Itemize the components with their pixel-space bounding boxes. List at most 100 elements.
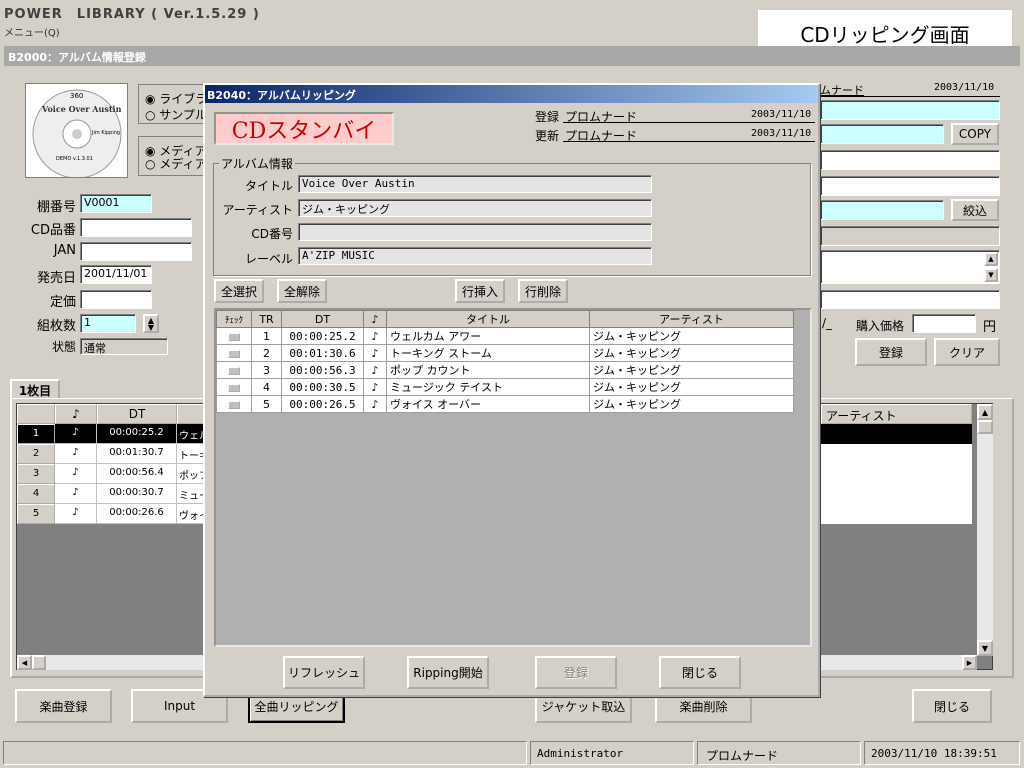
narrow-button[interactable]: 絞込 [951,199,999,221]
album-artist-label: アーティスト [222,203,293,217]
artist-cell: ジム・キッピング [589,361,794,379]
row-note: ♪ [55,504,97,524]
notes-scroll-down[interactable]: ▼ [984,268,998,282]
scroll-down-arrow[interactable]: ▼ [977,640,993,656]
genre-field-behind[interactable] [820,200,944,220]
hscroll-right[interactable]: ▶ [962,655,977,670]
row-checkbox[interactable] [228,332,240,341]
rip-track-table: ﾁｪｯｸ TR DT ♪ タイトル アーティスト 1 00:00:25.2 ♪ ウェル… [216,310,794,413]
scroll-up-arrow[interactable]: ▲ [977,404,993,420]
artist-field-behind[interactable] [820,124,944,144]
rip-table-row[interactable]: 4 00:00:30.5 ♪ ミュージック テイスト ジム・キッピング [216,378,794,396]
row-dt: 00:01:30.7 [97,444,177,464]
check-cell[interactable] [216,344,252,362]
rip-table-row[interactable]: 1 00:00:25.2 ♪ ウェルカム アワー ジム・キッピング [216,327,794,345]
dialog-upd-date: 2003/11/10 [751,128,812,139]
check-cell[interactable] [216,378,252,396]
dialog-reg-date: 2003/11/10 [751,109,812,120]
dt-cell: 00:00:56.3 [281,361,364,379]
rip-table-row[interactable]: 5 00:00:26.5 ♪ ヴォイス オーバー ジム・キッピング [216,395,794,413]
row-checkbox[interactable] [228,383,240,392]
note-cell: ♪ [363,378,387,396]
field-behind-3[interactable] [820,150,1000,170]
rip-table-row[interactable]: 3 00:00:56.3 ♪ ポップ カウント ジム・キッピング [216,361,794,379]
release-date-label: 発売日 [36,271,76,286]
disc-tab-label: 1枚目 [18,383,52,398]
shelf-field[interactable]: V0001 [80,194,152,213]
album-title-label: タイトル [244,179,293,193]
song-register-button[interactable]: 楽曲登録 [15,689,112,723]
copy-button[interactable]: COPY [951,123,999,145]
rip-table-header: ﾁｪｯｸ TR DT ♪ タイトル アーティスト [216,310,794,328]
start-ripping-button[interactable]: Ripping開始 [407,656,489,689]
row-dt: 00:00:25.2 [97,424,177,444]
price-field[interactable] [80,290,152,309]
title-cell: ポップ カウント [386,361,590,379]
dt-cell: 00:01:30.6 [281,344,364,362]
cd-art-artist: Jim Kipping [92,130,121,136]
check-cell[interactable] [216,361,252,379]
row-note: ♪ [55,484,97,504]
tr-cell: 3 [251,361,282,379]
main-grid-vscroll[interactable]: ▲ ▼ [977,404,993,656]
tr-cell: 2 [251,344,282,362]
tr-cell: 1 [251,327,282,345]
deselect-all-button[interactable]: 全解除 [277,279,327,303]
album-artist-field[interactable]: ジム・キッピング [298,199,652,217]
album-title-field[interactable]: Voice Over Austin [298,175,652,193]
row-checkbox[interactable] [228,349,240,358]
caption-text: CDリッピング画面 [800,23,970,47]
discs-field[interactable]: 1 [80,314,136,333]
main-close-button[interactable]: 閉じる [912,689,992,723]
rip-table-row[interactable]: 2 00:01:30.6 ♪ トーキング ストーム ジム・キッピング [216,344,794,362]
jan-field[interactable] [80,242,192,261]
dialog-upd-label: 更新 [535,129,560,143]
notes-area-behind[interactable] [820,250,1000,284]
radio-sample[interactable]: ○ サンプル [145,106,207,123]
radio-media-2[interactable]: ○ メディア [145,155,206,172]
row-checkbox[interactable] [228,366,240,375]
field-behind-4[interactable] [820,176,1000,196]
cd-art-demo: DEMO v.1.3.01 [56,156,93,162]
scroll-thumb[interactable] [977,420,993,434]
app-title: POWER LIBRARY ( Ver.1.5.29 ) [4,7,260,22]
notes-scroll-up[interactable]: ▲ [984,252,998,266]
cd-no-label: CD番号 [251,227,293,241]
status-bar: Administrator プロムナード 2003/11/10 18:39:51 [0,739,1024,768]
note-cell: ♪ [363,327,387,345]
clear-button[interactable]: クリア [934,338,1000,366]
register-button-main[interactable]: 登録 [855,338,927,366]
col-note: ♪ [363,310,387,328]
select-all-button[interactable]: 全選択 [214,279,264,303]
dialog-register-button[interactable]: 登録 [535,656,617,689]
hscroll-left[interactable]: ◀ [17,655,32,670]
hscroll-thumb[interactable] [32,655,46,670]
row-checkbox[interactable] [228,400,240,409]
label-field[interactable]: A'ZIP MUSIC [298,247,652,265]
delete-row-button[interactable]: 行削除 [518,279,568,303]
check-cell[interactable] [216,395,252,413]
tr-cell: 5 [251,395,282,413]
title-cell: トーキング ストーム [386,344,590,362]
release-date-field[interactable]: 2001/11/01 [80,265,152,284]
check-cell[interactable] [216,327,252,345]
field-behind-8[interactable] [820,290,1000,309]
row-dt: 00:00:30.7 [97,484,177,504]
row-note: ♪ [55,444,97,464]
cd-status-panel: CDスタンバイ [214,112,394,145]
discs-spinner[interactable]: ▲ ▼ [143,314,159,333]
radio-library[interactable]: ◉ ライブラ [145,90,207,107]
insert-row-button[interactable]: 行挿入 [455,279,505,303]
dialog-close-button[interactable]: 閉じる [659,656,741,689]
title-field-behind[interactable] [820,100,1000,120]
purchase-price-field[interactable] [912,314,976,333]
menu-item[interactable]: メニュー(Q) [4,24,60,39]
ripping-dialog: B2040：アルバムリッピング CDスタンバイ 登録 プロムナード 2003/1… [203,83,820,697]
status-datetime: 2003/11/10 18:39:51 [864,741,1020,765]
cd-no-field[interactable] [298,223,652,241]
refresh-button[interactable]: リフレッシュ [283,656,365,689]
cd-number-field[interactable] [80,218,192,237]
note-cell: ♪ [363,344,387,362]
disc-tab[interactable]: 1枚目 [10,379,60,399]
dt-cell: 00:00:30.5 [281,378,364,396]
